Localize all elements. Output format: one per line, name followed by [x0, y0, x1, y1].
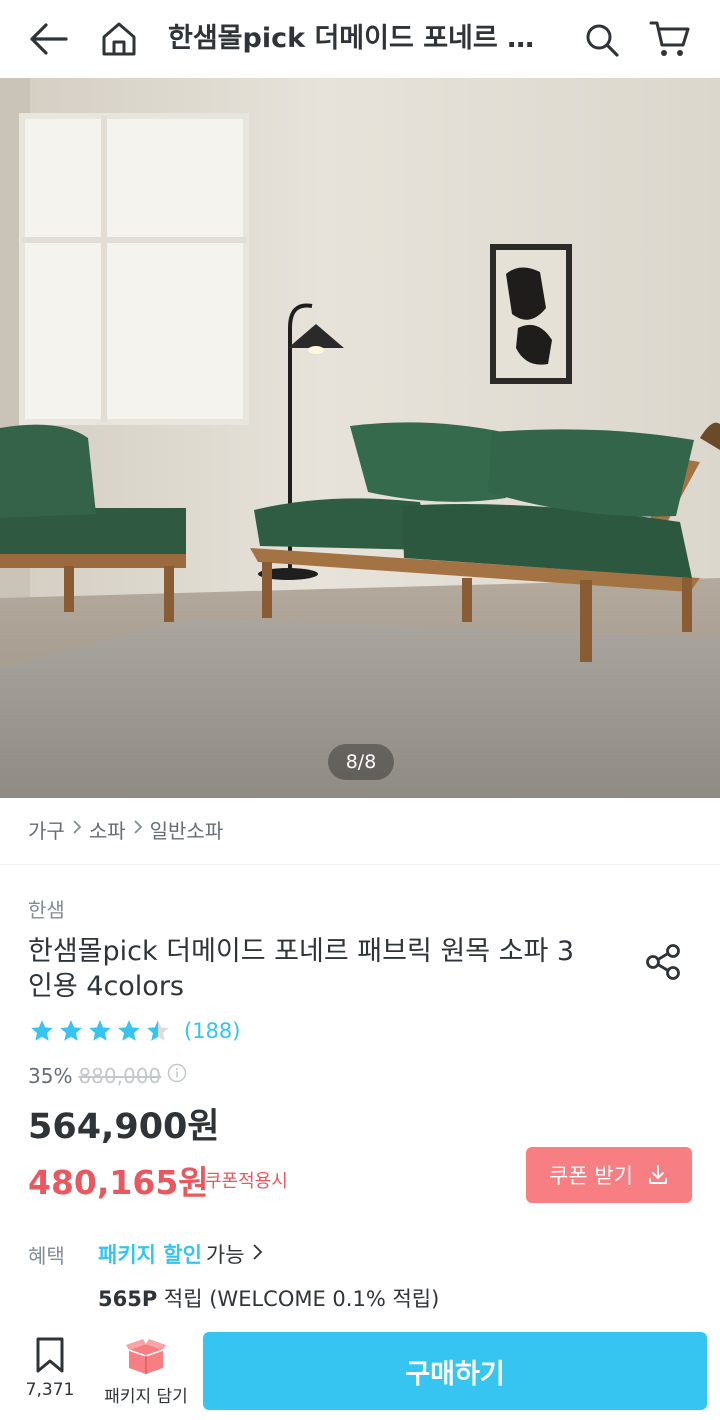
package-discount-link[interactable]: 패키지 할인 — [98, 1239, 202, 1269]
original-price: 880,000 — [78, 1063, 162, 1088]
get-coupon-button[interactable]: 쿠폰 받기 — [526, 1147, 692, 1203]
coupon-price: 480,165원 — [28, 1163, 209, 1202]
package-discount-suffix: 가능 — [205, 1243, 245, 1267]
point-reward-row: 565P 적립 (WELCOME 0.1% 적립) — [98, 1283, 439, 1313]
package-discount-row[interactable]: 패키지 할인 가능 — [98, 1239, 263, 1269]
home-icon[interactable] — [98, 18, 140, 60]
cart-icon[interactable] — [648, 18, 692, 60]
download-icon — [648, 1165, 667, 1184]
breadcrumb: 가구 소파 일반소파 — [28, 815, 223, 844]
point-amount: 565P — [98, 1287, 158, 1311]
share-icon[interactable] — [642, 940, 686, 984]
breadcrumb-item-sofa[interactable]: 소파 — [89, 815, 126, 844]
review-count-link[interactable]: (188) — [184, 1019, 240, 1043]
breadcrumb-item-furniture[interactable]: 가구 — [28, 815, 65, 844]
star-full-icon — [60, 1020, 82, 1041]
breadcrumb-item-general-sofa[interactable]: 일반소파 — [150, 815, 224, 844]
benefit-label: 혜택 — [28, 1244, 65, 1268]
info-icon[interactable] — [167, 1063, 187, 1088]
product-title: 한샘몰pick 더메이드 포네르 패브릭 원목 소파 3인용 4colors — [28, 936, 575, 1002]
chevron-right-icon — [71, 819, 83, 840]
product-image-gallery[interactable]: 8/8 — [0, 78, 720, 798]
get-coupon-label: 쿠폰 받기 — [549, 1164, 633, 1188]
coupon-applied-note: 쿠폰적용시 — [205, 1171, 288, 1192]
back-arrow-icon[interactable] — [26, 18, 70, 60]
bookmark-count: 7,371 — [25, 1380, 75, 1400]
star-full-icon — [89, 1020, 111, 1041]
sale-price: 564,900원 — [28, 1107, 220, 1147]
add-package-label: 패키지 담기 — [104, 1387, 188, 1407]
bookmark-button[interactable]: 7,371 — [20, 1336, 80, 1400]
page-title: 한샘몰pick 더메이드 포네르 패브릭 원목 소파 3인용 4colors — [168, 23, 558, 54]
point-description: 적립 (WELCOME 0.1% 적립) — [163, 1287, 440, 1311]
chevron-right-icon — [132, 819, 144, 840]
star-half-icon — [147, 1020, 169, 1041]
product-photo — [0, 78, 720, 798]
top-nav-bar: 한샘몰pick 더메이드 포네르 패브릭 원목 소파 3인용 4colors — [0, 0, 720, 78]
discount-row: 35% 880,000 — [28, 1063, 187, 1088]
bookmark-icon — [36, 1337, 64, 1373]
brand-name[interactable]: 한샘 — [28, 894, 65, 923]
image-pager: 8/8 — [328, 744, 394, 780]
star-full-icon — [118, 1020, 140, 1041]
chevron-right-icon — [251, 1242, 263, 1266]
add-package-button[interactable]: 패키지 담기 — [98, 1336, 194, 1407]
rating-row[interactable]: (188) — [28, 1018, 240, 1044]
star-full-icon — [31, 1020, 53, 1041]
package-box-icon — [126, 1339, 166, 1374]
star-rating — [28, 1018, 172, 1044]
search-icon[interactable] — [582, 20, 622, 60]
section-divider — [0, 864, 720, 865]
bottom-action-bar: 7,371 패키지 담기 구매하기 — [0, 1322, 720, 1420]
buy-now-button[interactable]: 구매하기 — [203, 1332, 707, 1410]
discount-rate: 35% — [28, 1063, 73, 1088]
